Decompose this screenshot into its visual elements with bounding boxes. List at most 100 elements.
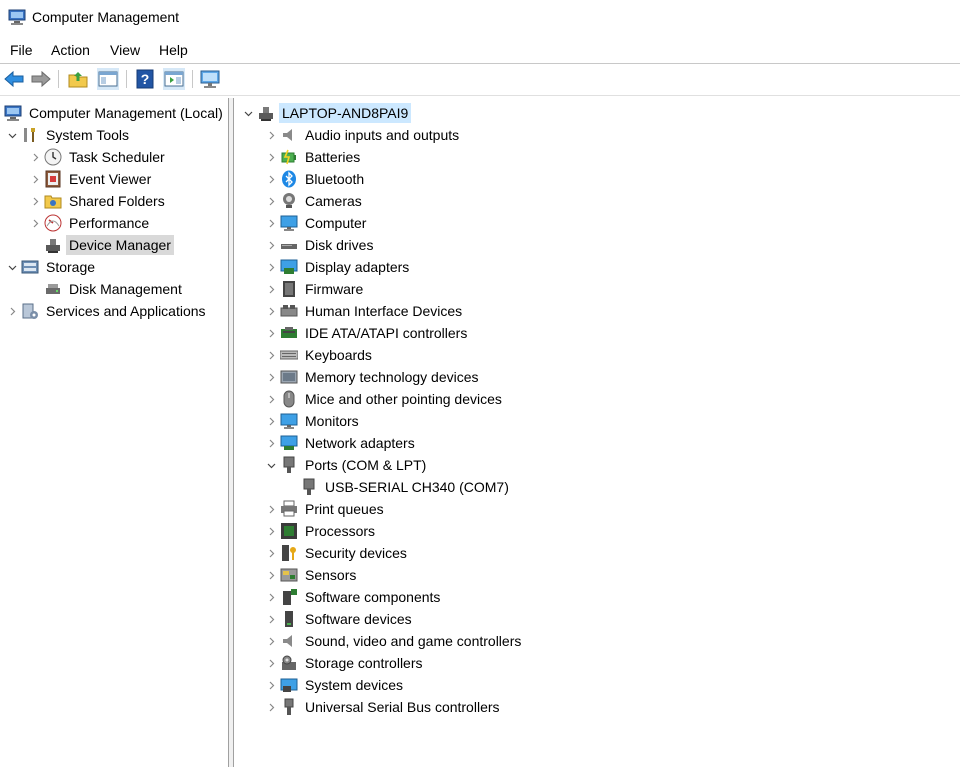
device-category[interactable]: Batteries — [265, 146, 363, 168]
help-icon[interactable]: ? — [134, 68, 156, 90]
category-label: IDE ATA/ATAPI controllers — [305, 325, 468, 341]
chevron-down-icon[interactable] — [265, 454, 277, 476]
chevron-right-icon[interactable] — [265, 234, 277, 256]
device-category[interactable]: Computer — [265, 212, 369, 234]
tree-item-shared-folders[interactable]: Shared Folders — [29, 190, 168, 212]
tree-label: Task Scheduler — [69, 149, 165, 165]
tree-item-root[interactable]: Computer Management (Local) — [4, 102, 226, 124]
chevron-right-icon[interactable] — [29, 212, 41, 234]
tree-item-disk-management[interactable]: Disk Management — [29, 278, 185, 300]
chevron-right-icon[interactable] — [265, 696, 277, 718]
chevron-right-icon[interactable] — [265, 344, 277, 366]
usb-icon — [284, 698, 294, 715]
chevron-right-icon[interactable] — [265, 146, 277, 168]
chevron-right-icon[interactable] — [265, 674, 277, 696]
chevron-right-icon[interactable] — [265, 256, 277, 278]
device-category[interactable]: IDE ATA/ATAPI controllers — [265, 322, 470, 344]
category-label: Memory technology devices — [305, 369, 479, 385]
chevron-right-icon[interactable] — [265, 124, 277, 146]
menu-help[interactable]: Help — [159, 42, 188, 58]
device-category-ports[interactable]: Ports (COM & LPT) — [265, 454, 429, 476]
device-category[interactable]: System devices — [265, 674, 406, 696]
network-adapter-icon — [280, 435, 298, 450]
device-category[interactable]: Sensors — [265, 564, 359, 586]
performance-gauge-icon — [44, 214, 62, 232]
device-item-usb-serial[interactable]: USB-SERIAL CH340 (COM7) — [300, 476, 512, 498]
show-hide-tree-icon[interactable] — [97, 68, 119, 90]
chevron-right-icon[interactable] — [265, 190, 277, 212]
chevron-right-icon[interactable] — [265, 432, 277, 454]
category-label: System devices — [305, 677, 404, 693]
chevron-right-icon[interactable] — [265, 608, 277, 630]
device-category[interactable]: Disk drives — [265, 234, 376, 256]
menu-action[interactable]: Action — [51, 42, 90, 58]
device-category[interactable]: Cameras — [265, 190, 365, 212]
device-tree[interactable]: LAPTOP-AND8PAI9 Audio inputs and outputs… — [234, 98, 960, 767]
device-category[interactable]: Firmware — [265, 278, 366, 300]
chevron-right-icon[interactable] — [265, 542, 277, 564]
device-category[interactable]: Security devices — [265, 542, 410, 564]
tree-item-storage[interactable]: Storage — [6, 256, 98, 278]
forward-arrow-icon[interactable] — [30, 68, 52, 90]
device-category[interactable]: Human Interface Devices — [265, 300, 465, 322]
display-adapter-icon — [280, 259, 298, 274]
menu-view[interactable]: View — [110, 42, 140, 58]
tree-item-device-manager[interactable]: Device Manager — [29, 234, 174, 256]
device-category[interactable]: Storage controllers — [265, 652, 426, 674]
back-arrow-icon[interactable] — [3, 68, 25, 90]
chevron-right-icon[interactable] — [265, 322, 277, 344]
chevron-down-icon[interactable] — [242, 102, 254, 124]
chevron-right-icon[interactable] — [265, 278, 277, 300]
chevron-right-icon[interactable] — [265, 498, 277, 520]
up-folder-icon[interactable] — [67, 68, 89, 90]
category-label: Keyboards — [305, 347, 372, 363]
tree-item-system-tools[interactable]: System Tools — [6, 124, 132, 146]
tree-item-event-viewer[interactable]: Event Viewer — [29, 168, 154, 190]
device-category[interactable]: Display adapters — [265, 256, 412, 278]
chevron-right-icon[interactable] — [265, 300, 277, 322]
chevron-right-icon[interactable] — [29, 168, 41, 190]
action-pane-icon[interactable] — [163, 68, 185, 90]
tree-item-performance[interactable]: Performance — [29, 212, 152, 234]
device-category[interactable]: Network adapters — [265, 432, 418, 454]
chevron-right-icon[interactable] — [6, 300, 18, 322]
tree-item-task-scheduler[interactable]: Task Scheduler — [29, 146, 168, 168]
chevron-right-icon[interactable] — [29, 146, 41, 168]
device-category[interactable]: Processors — [265, 520, 378, 542]
device-category[interactable]: Software components — [265, 586, 443, 608]
chevron-right-icon[interactable] — [265, 388, 277, 410]
device-tree-root[interactable]: LAPTOP-AND8PAI9 — [242, 102, 412, 124]
device-category[interactable]: Universal Serial Bus controllers — [265, 696, 503, 718]
device-category[interactable]: Sound, video and game controllers — [265, 630, 524, 652]
device-category[interactable]: Software devices — [265, 608, 415, 630]
chevron-right-icon[interactable] — [265, 586, 277, 608]
chevron-right-icon[interactable] — [265, 564, 277, 586]
monitor-icon[interactable] — [199, 68, 221, 90]
tree-item-services-applications[interactable]: Services and Applications — [6, 300, 209, 322]
chevron-right-icon[interactable] — [265, 212, 277, 234]
menu-file[interactable]: File — [10, 42, 33, 58]
device-category[interactable]: Mice and other pointing devices — [265, 388, 505, 410]
chevron-right-icon[interactable] — [265, 168, 277, 190]
chevron-right-icon[interactable] — [265, 630, 277, 652]
device-category[interactable]: Print queues — [265, 498, 387, 520]
chevron-right-icon[interactable] — [265, 520, 277, 542]
device-category[interactable]: Audio inputs and outputs — [265, 124, 462, 146]
ide-controller-icon — [281, 327, 297, 338]
device-category[interactable]: Memory technology devices — [265, 366, 482, 388]
speaker-icon — [283, 129, 292, 141]
category-label: Software devices — [305, 611, 412, 627]
device-category[interactable]: Bluetooth — [265, 168, 367, 190]
chevron-right-icon[interactable] — [265, 410, 277, 432]
battery-icon — [281, 149, 296, 165]
console-tree[interactable]: Computer Management (Local) System Tools… — [0, 98, 228, 767]
chevron-right-icon[interactable] — [29, 190, 41, 212]
event-log-icon — [45, 170, 61, 188]
chevron-right-icon[interactable] — [265, 366, 277, 388]
device-category[interactable]: Keyboards — [265, 344, 375, 366]
chevron-right-icon[interactable] — [265, 652, 277, 674]
chevron-down-icon[interactable] — [6, 256, 18, 278]
device-category[interactable]: Monitors — [265, 410, 362, 432]
chevron-down-icon[interactable] — [6, 124, 18, 146]
